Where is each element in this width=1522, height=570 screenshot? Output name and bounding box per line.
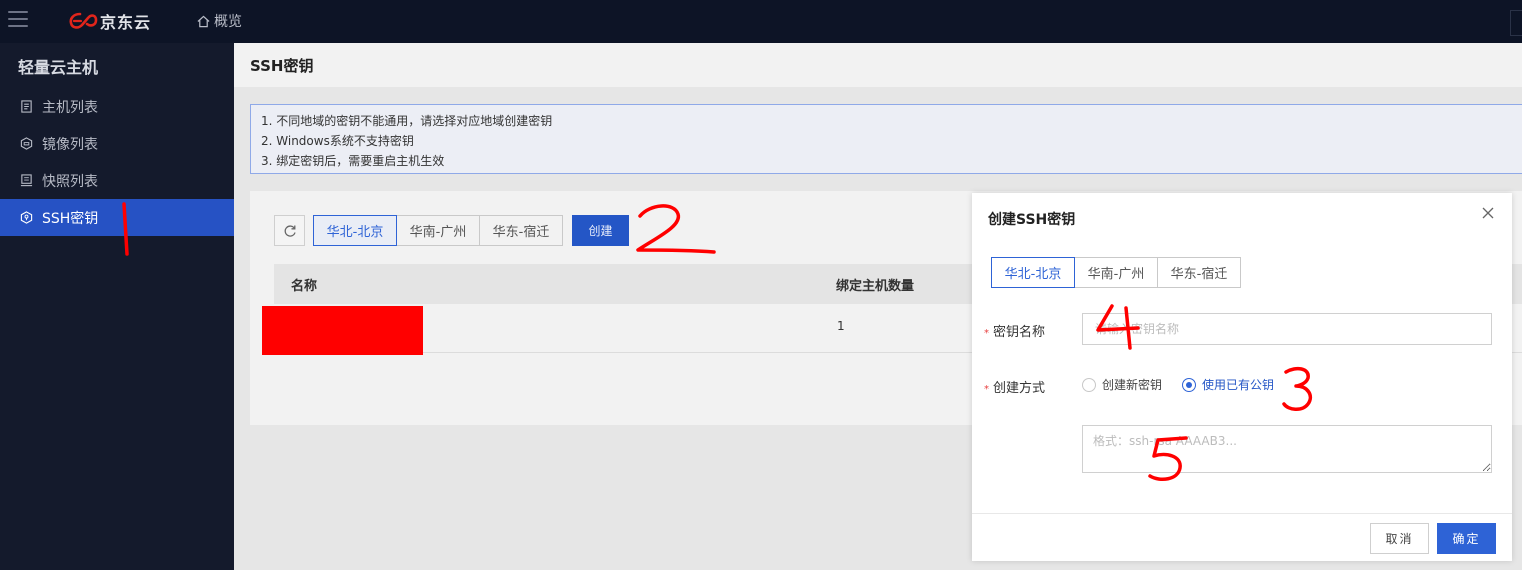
region-option-guangzhou[interactable]: 华南-广州 — [396, 215, 480, 246]
public-key-textarea[interactable] — [1082, 425, 1492, 473]
cube-icon — [20, 137, 33, 150]
radio-create-new-key[interactable]: 创建新密钥 — [1082, 376, 1162, 393]
region-selector: 华北-北京 华南-广州 华东-宿迁 — [313, 215, 563, 246]
brand-name: 京东云 — [100, 13, 152, 32]
create-method-label: * 创建方式 — [984, 377, 1045, 396]
dialog-title: 创建SSH密钥 — [988, 212, 1076, 228]
top-bar: 京东云 概览 — [0, 0, 1522, 43]
key-name-label: * 密钥名称 — [984, 321, 1045, 340]
dialog-footer: 取消 确定 — [972, 513, 1512, 561]
required-asterisk: * — [984, 384, 989, 395]
home-icon — [197, 15, 210, 27]
sidebar-item-ssh-keys[interactable]: SSH密钥 — [0, 199, 234, 236]
brand-logo[interactable]: 京东云 — [68, 9, 151, 33]
sidebar-item-label: 主机列表 — [42, 99, 98, 116]
notice-line: 2. Windows系统不支持密钥 — [261, 134, 414, 148]
document-list-icon — [21, 100, 32, 113]
column-name: 名称 — [291, 278, 318, 294]
sidebar-item-snapshot-list[interactable]: 快照列表 — [0, 162, 234, 199]
region-option-suqian[interactable]: 华东-宿迁 — [479, 215, 563, 246]
dialog-region-option-guangzhou[interactable]: 华南-广州 — [1074, 257, 1158, 288]
page-header: SSH密钥 — [234, 43, 1522, 87]
radio-label: 使用已有公钥 — [1202, 378, 1275, 392]
radio-use-existing-public-key[interactable]: 使用已有公钥 — [1182, 376, 1274, 393]
notice-box: 1. 不同地域的密钥不能通用，请选择对应地域创建密钥 2. Windows系统不… — [250, 104, 1522, 174]
dialog-region-selector: 华北-北京 华南-广州 华东-宿迁 — [991, 257, 1241, 288]
radio-circle — [1182, 377, 1197, 392]
notice-line: 1. 不同地域的密钥不能通用，请选择对应地域创建密钥 — [261, 114, 553, 128]
sidebar-item-host-list[interactable]: 主机列表 — [0, 88, 234, 125]
sidebar-item-label: 快照列表 — [42, 173, 98, 190]
bound-count-cell: 1 — [837, 319, 845, 333]
overview-link[interactable]: 概览 — [197, 11, 242, 31]
sidebar-item-label: SSH密钥 — [42, 210, 99, 227]
refresh-icon — [284, 224, 296, 237]
required-asterisk: * — [984, 328, 989, 339]
topbar-edge-button[interactable] — [1510, 10, 1522, 36]
confirm-button[interactable]: 确定 — [1437, 523, 1496, 554]
radio-circle — [1082, 377, 1096, 392]
sidebar-item-label: 镜像列表 — [42, 136, 98, 153]
create-ssh-key-dialog: 创建SSH密钥 华北-北京 华南-广州 华东-宿迁 * 密钥名称 * 创建方式 创建… — [972, 193, 1512, 561]
redacted-name-block — [262, 306, 423, 355]
sidebar-title: 轻量云主机 — [18, 58, 99, 77]
dialog-region-option-suqian[interactable]: 华东-宿迁 — [1157, 257, 1241, 288]
sidebar-item-image-list[interactable]: 镜像列表 — [0, 125, 234, 162]
region-option-beijing[interactable]: 华北-北京 — [313, 215, 397, 246]
overview-label: 概览 — [214, 14, 242, 30]
create-method-label-text: 创建方式 — [993, 381, 1046, 396]
close-icon[interactable] — [1482, 207, 1494, 219]
key-name-input[interactable] — [1082, 313, 1492, 345]
key-name-label-text: 密钥名称 — [993, 325, 1046, 340]
radio-label: 创建新密钥 — [1102, 378, 1163, 392]
snapshot-icon — [20, 174, 33, 187]
menu-icon[interactable] — [8, 11, 28, 29]
create-button[interactable]: 创建 — [572, 215, 629, 246]
notice-line: 3. 绑定密钥后，需要重启主机生效 — [261, 154, 445, 168]
sidebar: 轻量云主机 主机列表 镜像列表 快照列表 SSH密钥 — [0, 43, 234, 570]
create-method-radio-group: 创建新密钥 使用已有公钥 — [1082, 376, 1294, 393]
column-bound-count: 绑定主机数量 — [836, 278, 915, 294]
dialog-region-option-beijing[interactable]: 华北-北京 — [991, 257, 1075, 288]
key-shield-icon — [20, 211, 33, 224]
page-title: SSH密钥 — [250, 57, 314, 75]
refresh-button[interactable] — [274, 215, 305, 246]
jdcloud-logo-icon — [69, 12, 98, 29]
cancel-button[interactable]: 取消 — [1370, 523, 1429, 554]
